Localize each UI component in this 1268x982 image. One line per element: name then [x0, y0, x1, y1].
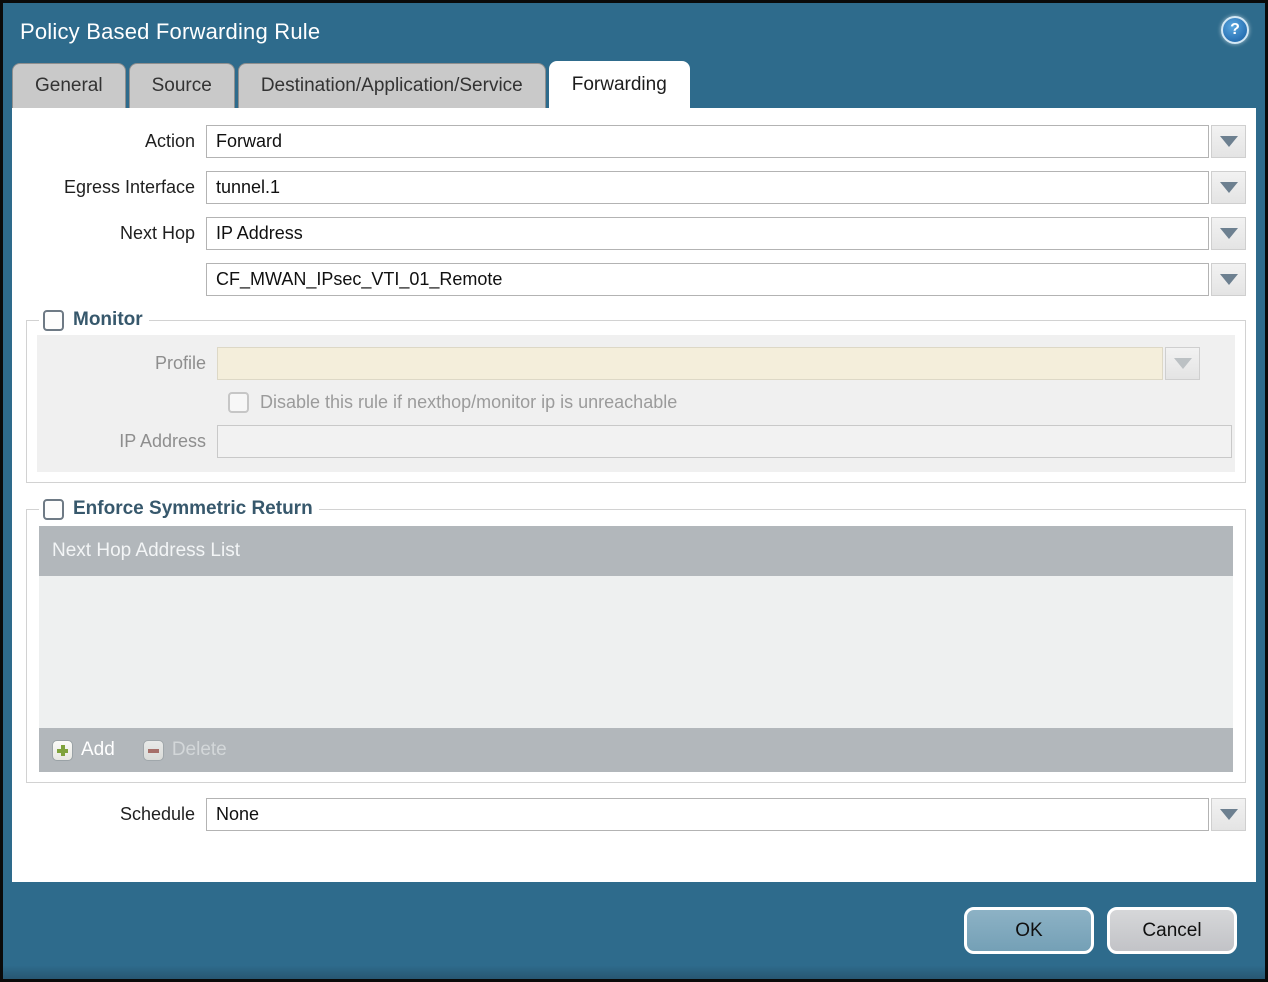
pbf-rule-dialog: Policy Based Forwarding Rule ? General S… — [0, 0, 1268, 982]
dialog-titlebar: Policy Based Forwarding Rule ? — [3, 3, 1265, 61]
tab-forwarding[interactable]: Forwarding — [548, 61, 690, 108]
chevron-down-icon — [1219, 274, 1238, 285]
disable-rule-label: Disable this rule if nexthop/monitor ip … — [260, 392, 678, 412]
tab-destination-application-service[interactable]: Destination/Application/Service — [237, 63, 546, 108]
action-row: Action Forward — [26, 125, 1246, 158]
cancel-button[interactable]: Cancel — [1107, 907, 1237, 954]
tab-source[interactable]: Source — [128, 63, 235, 108]
next-hop-row: Next Hop IP Address — [26, 217, 1246, 250]
profile-dropdown-button — [1165, 347, 1200, 380]
next-hop-address-table: Next Hop Address List Add Delete — [39, 526, 1233, 772]
profile-row: Profile — [37, 347, 1235, 380]
dialog-footer: OK Cancel — [3, 882, 1265, 979]
action-label: Action — [144, 131, 195, 151]
next-hop-address-list-body — [39, 576, 1233, 728]
chevron-down-icon — [1173, 358, 1192, 369]
disable-rule-row: Disable this rule if nexthop/monitor ip … — [37, 392, 1235, 413]
action-dropdown-button[interactable] — [1211, 125, 1246, 158]
chevron-down-icon — [1219, 228, 1238, 239]
schedule-dropdown-button[interactable] — [1211, 798, 1246, 831]
monitor-panel: Profile Disable this rule if nexthop/mon… — [37, 335, 1235, 472]
egress-interface-dropdown-button[interactable] — [1211, 171, 1246, 204]
egress-interface-select[interactable]: tunnel.1 — [206, 171, 1209, 204]
chevron-down-icon — [1219, 136, 1238, 147]
symmetric-return-legend: Enforce Symmetric Return — [39, 498, 319, 520]
next-hop-address-list-toolbar: Add Delete — [39, 728, 1233, 772]
disable-rule-checkbox — [228, 392, 249, 413]
profile-select — [217, 347, 1163, 380]
monitor-ip-address-row: IP Address — [37, 425, 1235, 458]
egress-interface-row: Egress Interface tunnel.1 — [26, 171, 1246, 204]
next-hop-type-select[interactable]: IP Address — [206, 217, 1209, 250]
next-hop-type-dropdown-button[interactable] — [1211, 217, 1246, 250]
enforce-symmetric-return-checkbox[interactable] — [43, 498, 64, 520]
tab-bar: General Source Destination/Application/S… — [3, 61, 1265, 108]
tab-general[interactable]: General — [12, 63, 126, 108]
action-select[interactable]: Forward — [206, 125, 1209, 158]
help-icon[interactable]: ? — [1221, 16, 1249, 44]
monitor-section: Monitor Profile Disable this rule if nex… — [26, 309, 1246, 483]
monitor-ip-address-input — [217, 425, 1232, 458]
dialog-title: Policy Based Forwarding Rule — [20, 19, 321, 44]
next-hop-address-dropdown-button[interactable] — [1211, 263, 1246, 296]
delete-button-label: Delete — [171, 739, 227, 760]
schedule-label: Schedule — [119, 804, 195, 824]
monitor-section-title: Monitor — [73, 309, 143, 330]
next-hop-address-list-header: Next Hop Address List — [39, 526, 1233, 576]
symmetric-return-section: Enforce Symmetric Return Next Hop Addres… — [26, 498, 1246, 783]
add-button[interactable]: Add — [52, 739, 115, 761]
schedule-select[interactable]: None — [206, 798, 1209, 831]
minus-icon — [142, 739, 164, 761]
symmetric-return-section-title: Enforce Symmetric Return — [73, 498, 313, 519]
add-button-label: Add — [81, 739, 115, 760]
chevron-down-icon — [1219, 182, 1238, 193]
monitor-checkbox[interactable] — [43, 309, 64, 331]
ok-button[interactable]: OK — [964, 907, 1094, 954]
schedule-row: Schedule None — [26, 798, 1246, 831]
next-hop-label: Next Hop — [119, 223, 195, 243]
next-hop-address-row: CF_MWAN_IPsec_VTI_01_Remote — [26, 263, 1246, 296]
plus-icon — [52, 739, 73, 761]
next-hop-address-select[interactable]: CF_MWAN_IPsec_VTI_01_Remote — [206, 263, 1209, 296]
forwarding-tab-panel: Action Forward Egress Interface tunnel.1… — [12, 108, 1256, 882]
profile-label: Profile — [154, 353, 206, 373]
monitor-legend: Monitor — [39, 309, 149, 331]
monitor-ip-address-label: IP Address — [119, 431, 206, 451]
egress-interface-label: Egress Interface — [63, 177, 195, 197]
delete-button[interactable]: Delete — [142, 739, 227, 761]
chevron-down-icon — [1219, 809, 1238, 820]
